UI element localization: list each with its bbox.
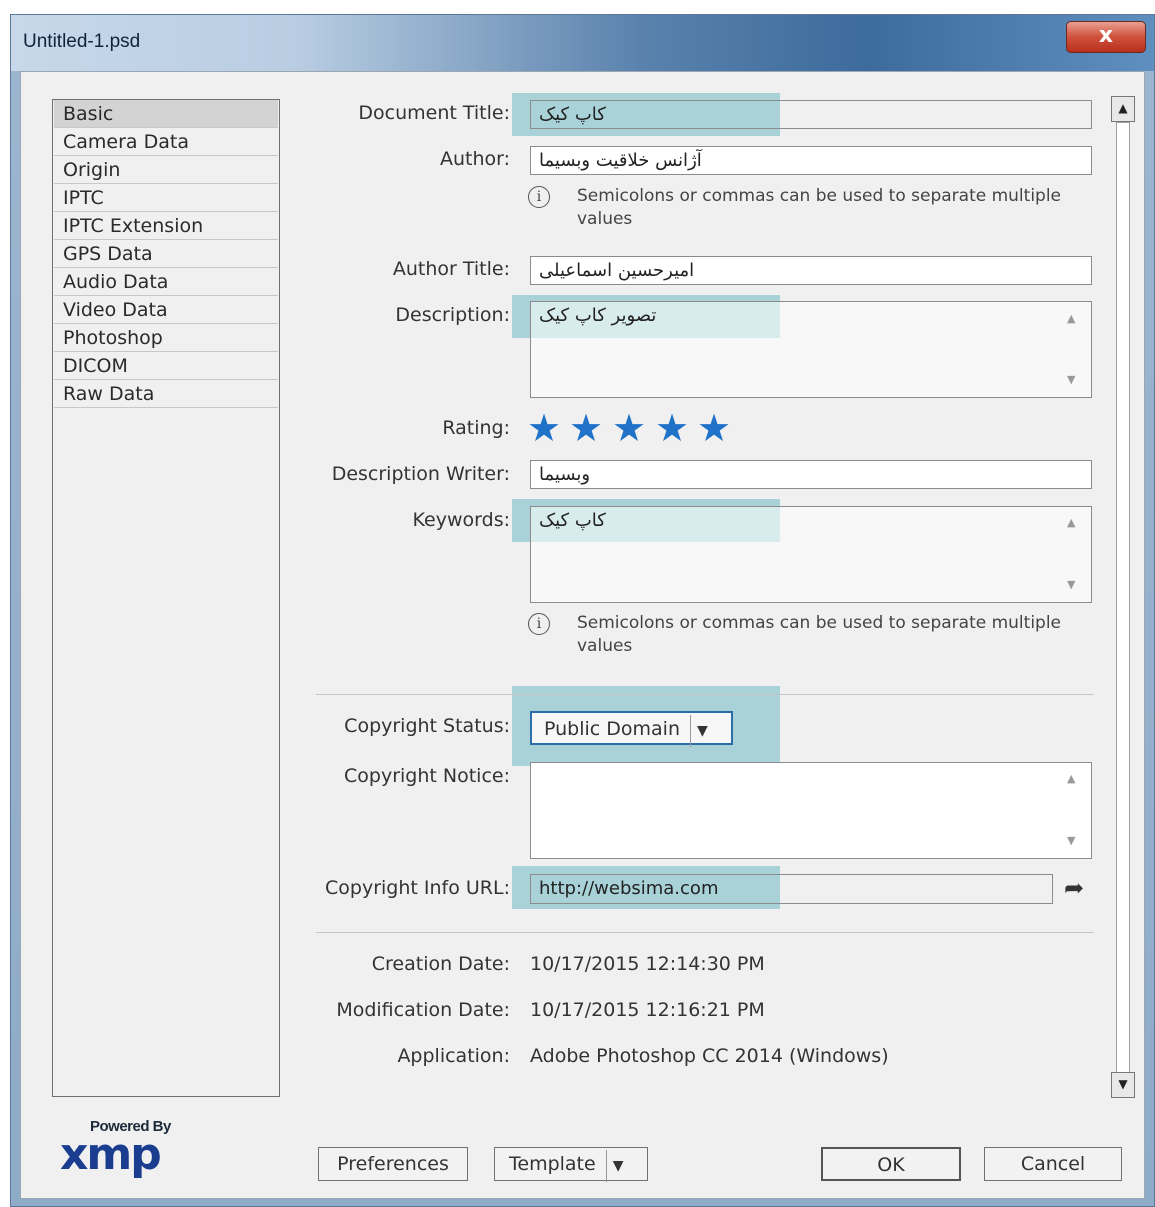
copyright-status-dropdown[interactable]: Public Domain ▼ [530,711,733,747]
nav-item-raw-data[interactable]: Raw Data [54,380,278,408]
label-keywords: Keywords: [412,509,510,531]
label-description-writer: Description Writer: [331,463,510,485]
nav-item-gps-data[interactable]: GPS Data [54,240,278,268]
nav-item-video-data[interactable]: Video Data [54,296,278,324]
document-title-field[interactable]: کاپ کیک [530,100,1092,129]
keywords-text: کاپ کیک [539,510,606,531]
notice-scroll-down-icon[interactable]: ▼ [1067,834,1147,847]
label-document-title: Document Title: [358,102,510,124]
copyright-url-field[interactable]: http://websima.com [530,874,1053,904]
scroll-down-icon[interactable]: ▼ [1111,1072,1135,1098]
ok-button[interactable]: OK [821,1147,961,1181]
label-copyright-url: Copyright Info URL: [325,877,510,899]
label-application: Application: [397,1045,510,1067]
xmp-logo-text: xmp [60,1129,162,1180]
description-scroll-down-icon[interactable]: ▼ [1067,373,1147,386]
notice-scroll-up-icon[interactable]: ▲ [1067,772,1147,785]
description-scroll-up-icon[interactable]: ▲ [1067,312,1147,325]
nav-item-basic[interactable]: Basic [54,100,278,128]
keywords-hint: i Semicolons or commas can be used to se… [528,612,1088,658]
separator [316,932,1094,933]
star-icon[interactable]: ★ [612,406,646,450]
form-scrollbar[interactable]: ▲ ▼ [1111,96,1135,1098]
nav-item-origin[interactable]: Origin [54,156,278,184]
nav-item-audio-data[interactable]: Audio Data [54,268,278,296]
go-to-url-arrow-icon[interactable]: ➦ [1064,874,1084,902]
description-field[interactable]: تصویر کاپ کیک [530,301,1092,398]
scrollbar-track[interactable] [1116,122,1130,1074]
description-writer-field[interactable]: وبسیما [530,460,1092,489]
label-description: Description: [395,304,510,326]
star-icon[interactable]: ★ [655,406,689,450]
author-hint: i Semicolons or commas can be used to se… [528,185,1088,231]
keywords-field[interactable]: کاپ کیک [530,506,1092,603]
keywords-scroll-up-icon[interactable]: ▲ [1067,516,1147,529]
star-icon[interactable]: ★ [527,406,561,450]
author-field[interactable]: آژانس خلاقیت وبسیما [530,146,1092,175]
star-icon[interactable]: ★ [569,406,603,450]
title-bar: Untitled-1.psd x [11,15,1154,71]
category-list: Basic Camera Data Origin IPTC IPTC Exten… [52,99,280,1097]
label-creation-date: Creation Date: [371,953,510,975]
preferences-button[interactable]: Preferences [318,1147,468,1181]
modification-date-value: 10/17/2015 12:16:21 PM [530,999,765,1021]
template-label: Template [509,1153,596,1175]
keywords-scroll-down-icon[interactable]: ▼ [1067,578,1147,591]
xmp-logo: Powered By xmp [60,1118,200,1180]
cancel-button[interactable]: Cancel [984,1147,1122,1181]
info-icon: i [528,613,550,635]
copyright-notice-field[interactable] [530,762,1092,859]
close-button[interactable]: x [1066,21,1146,53]
nav-item-camera-data[interactable]: Camera Data [54,128,278,156]
dropdown-arrow-icon: ▼ [605,1150,623,1182]
nav-item-photoshop[interactable]: Photoshop [54,324,278,352]
label-author-title: Author Title: [392,258,510,280]
creation-date-value: 10/17/2015 12:14:30 PM [530,953,765,975]
template-dropdown[interactable]: Template ▼ [494,1147,648,1182]
scroll-up-icon[interactable]: ▲ [1111,96,1135,122]
nav-item-iptc-extension[interactable]: IPTC Extension [54,212,278,240]
copyright-status-value: Public Domain [544,718,680,740]
keywords-hint-text: Semicolons or commas can be used to sepa… [577,613,1062,656]
info-icon: i [528,186,550,208]
label-rating: Rating: [442,417,510,439]
label-author: Author: [439,148,510,170]
separator [316,694,1094,695]
window-title: Untitled-1.psd [23,31,141,52]
author-title-field[interactable]: امیرحسین اسماعیلی [530,256,1092,285]
nav-item-dicom[interactable]: DICOM [54,352,278,380]
label-copyright-status: Copyright Status: [344,715,510,737]
application-value: Adobe Photoshop CC 2014 (Windows) [530,1045,889,1067]
nav-item-iptc[interactable]: IPTC [54,184,278,212]
label-modification-date: Modification Date: [336,999,510,1021]
description-text: تصویر کاپ کیک [539,305,657,326]
dropdown-arrow-icon: ▼ [690,715,708,747]
author-hint-text: Semicolons or commas can be used to sepa… [577,186,1062,229]
label-copyright-notice: Copyright Notice: [344,765,510,787]
star-icon[interactable]: ★ [697,406,731,450]
